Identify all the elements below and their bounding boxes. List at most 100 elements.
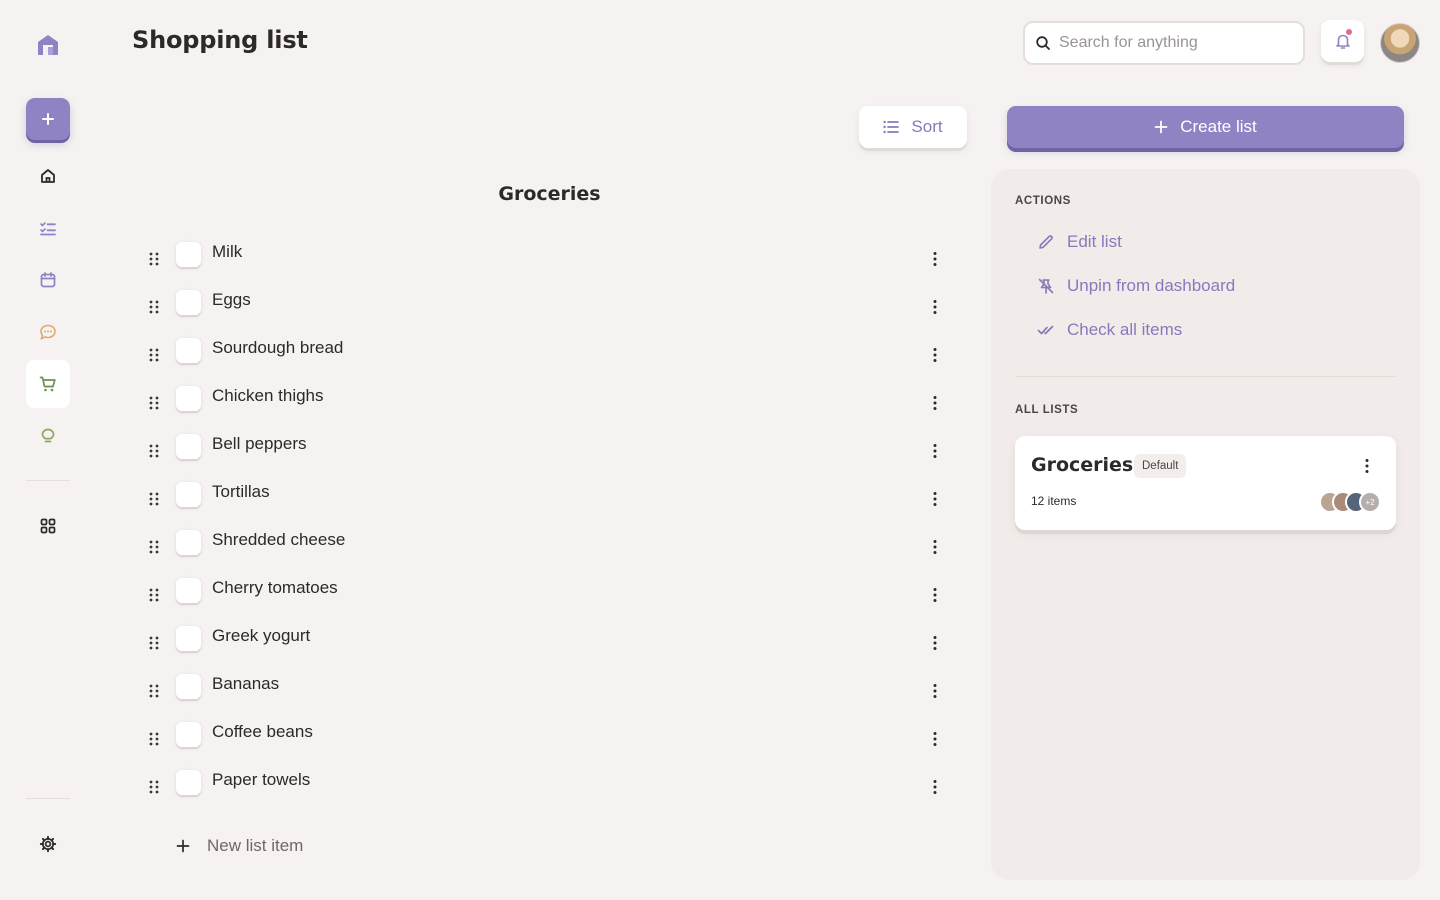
drag-handle-icon[interactable] [148,492,160,506]
search-bar[interactable] [1023,21,1305,65]
item-label[interactable]: Greek yogurt [212,626,310,646]
more-options-icon[interactable] [932,587,938,603]
item-checkbox[interactable] [176,290,201,315]
item-label[interactable]: Shredded cheese [212,530,345,550]
more-options-icon[interactable] [932,443,938,459]
more-options-icon[interactable] [932,779,938,795]
all-lists-heading: ALL LISTS [1015,404,1079,416]
avatar[interactable] [1380,23,1420,63]
sidebar-divider [26,798,70,799]
search-icon [1036,36,1050,50]
sidebar-divider [26,480,70,481]
edit-list-button[interactable]: Edit list [1037,232,1122,252]
item-checkbox[interactable] [176,674,201,699]
item-label[interactable]: Sourdough bread [212,338,343,358]
drag-handle-icon[interactable] [148,732,160,746]
list-item: Paper towels [132,766,952,814]
drag-handle-icon[interactable] [148,540,160,554]
more-options-icon[interactable] [932,251,938,267]
more-options-icon[interactable] [1364,458,1370,474]
more-options-icon[interactable] [932,347,938,363]
drag-handle-icon[interactable] [148,588,160,602]
sort-button[interactable]: Sort [859,106,967,148]
list-title: Groceries [498,183,601,205]
list-item-count: 12 items [1031,494,1077,508]
item-label[interactable]: Tortillas [212,482,270,502]
drag-handle-icon[interactable] [148,252,160,266]
drag-handle-icon[interactable] [148,636,160,650]
sidebar-item-apps[interactable] [26,502,70,550]
item-checkbox[interactable] [176,242,201,267]
list-card[interactable]: Groceries Default 12 items +2 [1015,436,1396,530]
item-checkbox[interactable] [176,530,201,555]
search-input[interactable] [1059,34,1279,52]
unpin-icon [1038,278,1054,294]
item-label[interactable]: Milk [212,242,242,262]
item-label[interactable]: Chicken thighs [212,386,324,406]
list-item: Cherry tomatoes [132,574,952,622]
item-checkbox[interactable] [176,434,201,459]
item-checkbox[interactable] [176,770,201,795]
item-label[interactable]: Cherry tomatoes [212,578,338,598]
item-checkbox[interactable] [176,338,201,363]
item-label[interactable]: Bananas [212,674,279,694]
item-checkbox[interactable] [176,722,201,747]
sidebar-item-shopping[interactable] [26,360,70,408]
add-button[interactable] [26,98,70,140]
drag-handle-icon[interactable] [148,300,160,314]
logo-icon[interactable] [34,30,62,58]
list-item: Shredded cheese [132,526,952,574]
sidebar-item-chat[interactable] [26,308,70,356]
more-options-icon[interactable] [932,731,938,747]
chat-icon [40,324,56,340]
more-options-icon[interactable] [932,635,938,651]
list-item: Milk [132,238,952,286]
item-label[interactable]: Bell peppers [212,434,307,454]
more-options-icon[interactable] [932,491,938,507]
drag-handle-icon[interactable] [148,684,160,698]
sidebar [0,0,96,900]
panel-divider [1015,376,1396,377]
drag-handle-icon[interactable] [148,780,160,794]
more-options-icon[interactable] [932,539,938,555]
member-avatars: +2 [1319,491,1381,513]
item-checkbox[interactable] [176,482,201,507]
more-options-icon[interactable] [932,395,938,411]
sidebar-item-tasks[interactable] [26,204,70,252]
edit-list-label: Edit list [1067,232,1122,251]
create-list-button[interactable]: Create list [1007,106,1404,148]
new-list-item-button[interactable]: New list item [176,836,303,856]
sidebar-item-ideas[interactable] [26,412,70,460]
unpin-button[interactable]: Unpin from dashboard [1037,276,1235,296]
item-label[interactable]: Coffee beans [212,722,313,742]
list-card-title: Groceries [1031,454,1134,476]
sidebar-item-calendar[interactable] [26,256,70,304]
new-list-item-label: New list item [207,836,304,855]
sidebar-item-settings[interactable] [26,820,70,868]
more-options-icon[interactable] [932,683,938,699]
list-icon [883,120,900,134]
check-all-button[interactable]: Check all items [1037,320,1182,340]
more-options-icon[interactable] [932,299,938,315]
checklist-icon [40,222,56,236]
drag-handle-icon[interactable] [148,348,160,362]
plus-icon [1154,120,1168,134]
check-all-label: Check all items [1067,320,1183,339]
sidebar-item-home[interactable] [26,152,70,200]
drag-handle-icon[interactable] [148,396,160,410]
pencil-icon [1039,235,1053,249]
grid-icon [40,518,56,534]
create-list-label: Create list [1180,117,1257,136]
item-checkbox[interactable] [176,386,201,411]
item-checkbox[interactable] [176,626,201,651]
lightbulb-icon [41,428,55,443]
cart-icon [39,376,56,392]
item-label[interactable]: Paper towels [212,770,310,790]
item-checkbox[interactable] [176,578,201,603]
unpin-label: Unpin from dashboard [1067,276,1236,295]
list-item: Bell peppers [132,430,952,478]
notifications-button[interactable] [1321,20,1364,62]
item-label[interactable]: Eggs [212,290,251,310]
drag-handle-icon[interactable] [148,444,160,458]
calendar-icon [40,272,56,288]
